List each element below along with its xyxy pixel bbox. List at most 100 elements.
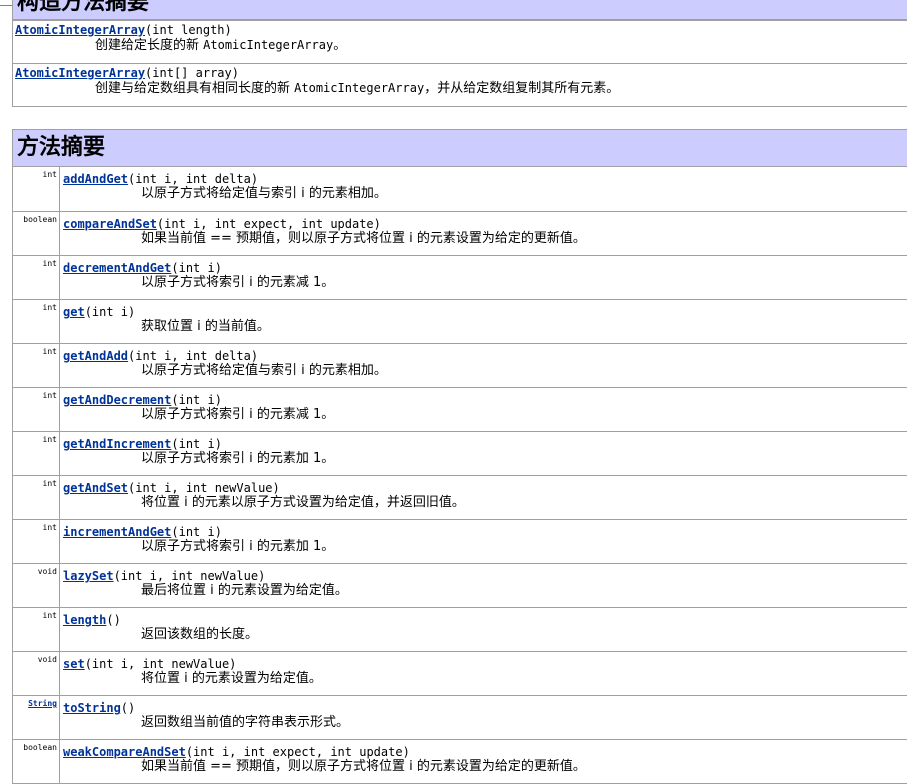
desc-text: 。 <box>333 38 347 53</box>
method-return-type: void <box>13 652 60 695</box>
method-cell: getAndAdd(int i, int delta) 以原子方式将给定值与索引 … <box>60 344 907 387</box>
method-link[interactable]: addAndGet <box>63 172 128 186</box>
method-params: (int i, int expect, int update) <box>185 745 410 759</box>
method-cell: addAndGet(int i, int delta) 以原子方式将给定值与索引 … <box>60 167 907 211</box>
method-return-type: boolean <box>13 212 60 255</box>
method-row: void lazySet(int i, int newValue) 最后将位置 i … <box>13 563 907 607</box>
method-cell: weakCompareAndSet(int i, int expect, int… <box>60 740 907 783</box>
method-link[interactable]: getAndDecrement <box>63 393 171 407</box>
method-params: () <box>106 613 121 627</box>
method-return-type: int <box>13 256 60 299</box>
method-params: (int i) <box>171 525 222 539</box>
method-link[interactable]: get <box>63 305 85 319</box>
method-description: 以原子方式将索引 i 的元素减 1。 <box>141 275 335 290</box>
method-signature: getAndAdd(int i, int delta) <box>63 349 905 363</box>
desc-text: ，并从给定数组复制其所有元素。 <box>424 81 620 96</box>
method-row: int getAndDecrement(int i) 以原子方式将索引 i 的元素减… <box>13 387 907 431</box>
method-row: int get(int i) 获取位置 i 的当前值。 <box>13 299 907 343</box>
constructor-description: 创建与给定数组具有相同长度的新 AtomicIntegerArray，并从给定数… <box>15 80 906 97</box>
method-link[interactable]: getAndIncrement <box>63 437 171 451</box>
method-signature: get(int i) <box>63 305 905 319</box>
method-row: int getAndIncrement(int i) 以原子方式将索引 i 的元素加… <box>13 431 907 475</box>
constructor-params: (int length) <box>145 23 232 37</box>
method-row: int incrementAndGet(int i) 以原子方式将索引 i 的元素加… <box>13 519 907 563</box>
method-row: void set(int i, int newValue) 将位置 i 的元素设置为… <box>13 651 907 695</box>
method-cell: decrementAndGet(int i) 以原子方式将索引 i 的元素减 1。 <box>60 256 907 299</box>
method-description: 以原子方式将给定值与索引 i 的元素相加。 <box>141 363 387 378</box>
method-return-type: int <box>13 388 60 431</box>
method-summary-table: 方法摘要 int addAndGet(int i, int delta) 以原子方式… <box>12 129 907 784</box>
method-params: () <box>120 701 136 715</box>
method-return-type: boolean <box>13 740 60 783</box>
method-signature: toString() <box>63 701 905 715</box>
method-params: (int i, int newValue) <box>113 569 266 583</box>
method-description: 返回该数组的长度。 <box>141 627 259 642</box>
method-params: (int i) <box>171 261 222 275</box>
method-description: 如果当前值 == 预期值，则以原子方式将位置 i 的元素设置为给定的更新值。 <box>141 231 586 246</box>
method-cell: toString() 返回数组当前值的字符串表示形式。 <box>60 696 907 739</box>
method-cell: length() 返回该数组的长度。 <box>60 608 907 651</box>
method-link[interactable]: lazySet <box>63 569 114 583</box>
method-cell: lazySet(int i, int newValue) 最后将位置 i 的元素设… <box>60 564 907 607</box>
method-cell: compareAndSet(int i, int expect, int upd… <box>60 212 907 255</box>
method-row: boolean compareAndSet(int i, int expect, … <box>13 211 907 255</box>
method-signature: lazySet(int i, int newValue) <box>63 569 905 583</box>
method-row: int getAndAdd(int i, int delta) 以原子方式将给定值与… <box>13 343 907 387</box>
method-signature: incrementAndGet(int i) <box>63 525 905 539</box>
method-return-type: int <box>13 344 60 387</box>
method-signature: getAndSet(int i, int newValue) <box>63 481 905 495</box>
method-cell: get(int i) 获取位置 i 的当前值。 <box>60 300 907 343</box>
method-params: (int i, int delta) <box>128 349 259 363</box>
method-return-type: int <box>13 476 60 519</box>
desc-code: AtomicIntegerArray <box>294 81 425 95</box>
method-row: String toString() 返回数组当前值的字符串表示形式。 <box>13 695 907 739</box>
method-description: 以原子方式将给定值与索引 i 的元素相加。 <box>141 186 387 201</box>
method-link[interactable]: compareAndSet <box>63 217 157 231</box>
method-link[interactable]: getAndAdd <box>63 349 128 363</box>
method-description: 获取位置 i 的当前值。 <box>141 319 270 334</box>
method-link[interactable]: length <box>63 613 106 627</box>
constructor-link[interactable]: AtomicIntegerArray <box>15 23 145 37</box>
method-description: 将位置 i 的元素设置为给定值。 <box>141 671 322 686</box>
method-link[interactable]: incrementAndGet <box>63 525 171 539</box>
method-signature: compareAndSet(int i, int expect, int upd… <box>63 217 905 231</box>
method-signature: addAndGet(int i, int delta) <box>63 172 905 186</box>
method-row: int addAndGet(int i, int delta) 以原子方式将给定值与… <box>13 167 907 211</box>
constructor-link[interactable]: AtomicIntegerArray <box>15 66 145 80</box>
method-return-type: int <box>13 432 60 475</box>
method-description: 以原子方式将索引 i 的元素加 1。 <box>141 539 335 554</box>
method-params: (int i, int delta) <box>128 172 259 186</box>
method-link[interactable]: set <box>63 657 85 671</box>
method-row: int decrementAndGet(int i) 以原子方式将索引 i 的元素减… <box>13 255 907 299</box>
method-row: boolean weakCompareAndSet(int i, int expe… <box>13 739 907 783</box>
method-description: 如果当前值 == 预期值，则以原子方式将位置 i 的元素设置为给定的更新值。 <box>141 759 586 774</box>
method-row: int length() 返回该数组的长度。 <box>13 607 907 651</box>
method-summary-title: 方法摘要 <box>13 130 907 167</box>
constructor-row: AtomicIntegerArray(int[] array) 创建与给定数组具… <box>13 63 907 106</box>
method-description: 将位置 i 的元素以原子方式设置为给定值，并返回旧值。 <box>141 495 465 510</box>
method-params: (int i) <box>171 437 222 451</box>
method-params: (int i) <box>84 305 136 319</box>
method-return-type[interactable]: String <box>13 696 60 739</box>
method-return-type: int <box>13 167 60 211</box>
method-description: 以原子方式将索引 i 的元素减 1。 <box>141 407 335 422</box>
desc-text: 创建与给定数组具有相同长度的新 <box>95 81 295 96</box>
method-link[interactable]: weakCompareAndSet <box>63 745 186 759</box>
constructor-summary-table: 构造方法摘要 AtomicIntegerArray(int length) 创建… <box>12 0 907 107</box>
method-signature: decrementAndGet(int i) <box>63 261 905 275</box>
constructor-description: 创建给定长度的新 AtomicIntegerArray。 <box>15 37 906 54</box>
desc-code: AtomicIntegerArray <box>203 38 334 52</box>
method-signature: set(int i, int newValue) <box>63 657 905 671</box>
method-link[interactable]: getAndSet <box>63 481 128 495</box>
method-return-type: int <box>13 608 60 651</box>
method-row: int getAndSet(int i, int newValue) 将位置 i 的… <box>13 475 907 519</box>
method-link[interactable]: decrementAndGet <box>63 261 171 275</box>
method-return-type: int <box>13 300 60 343</box>
constructor-params: (int[] array) <box>145 66 239 80</box>
method-signature: length() <box>63 613 905 627</box>
method-params: (int i, int expect, int update) <box>156 217 381 231</box>
method-cell: getAndIncrement(int i) 以原子方式将索引 i 的元素加 1。 <box>60 432 907 475</box>
method-description: 以原子方式将索引 i 的元素加 1。 <box>141 451 335 466</box>
method-link[interactable]: toString <box>63 701 121 715</box>
method-return-type: void <box>13 564 60 607</box>
